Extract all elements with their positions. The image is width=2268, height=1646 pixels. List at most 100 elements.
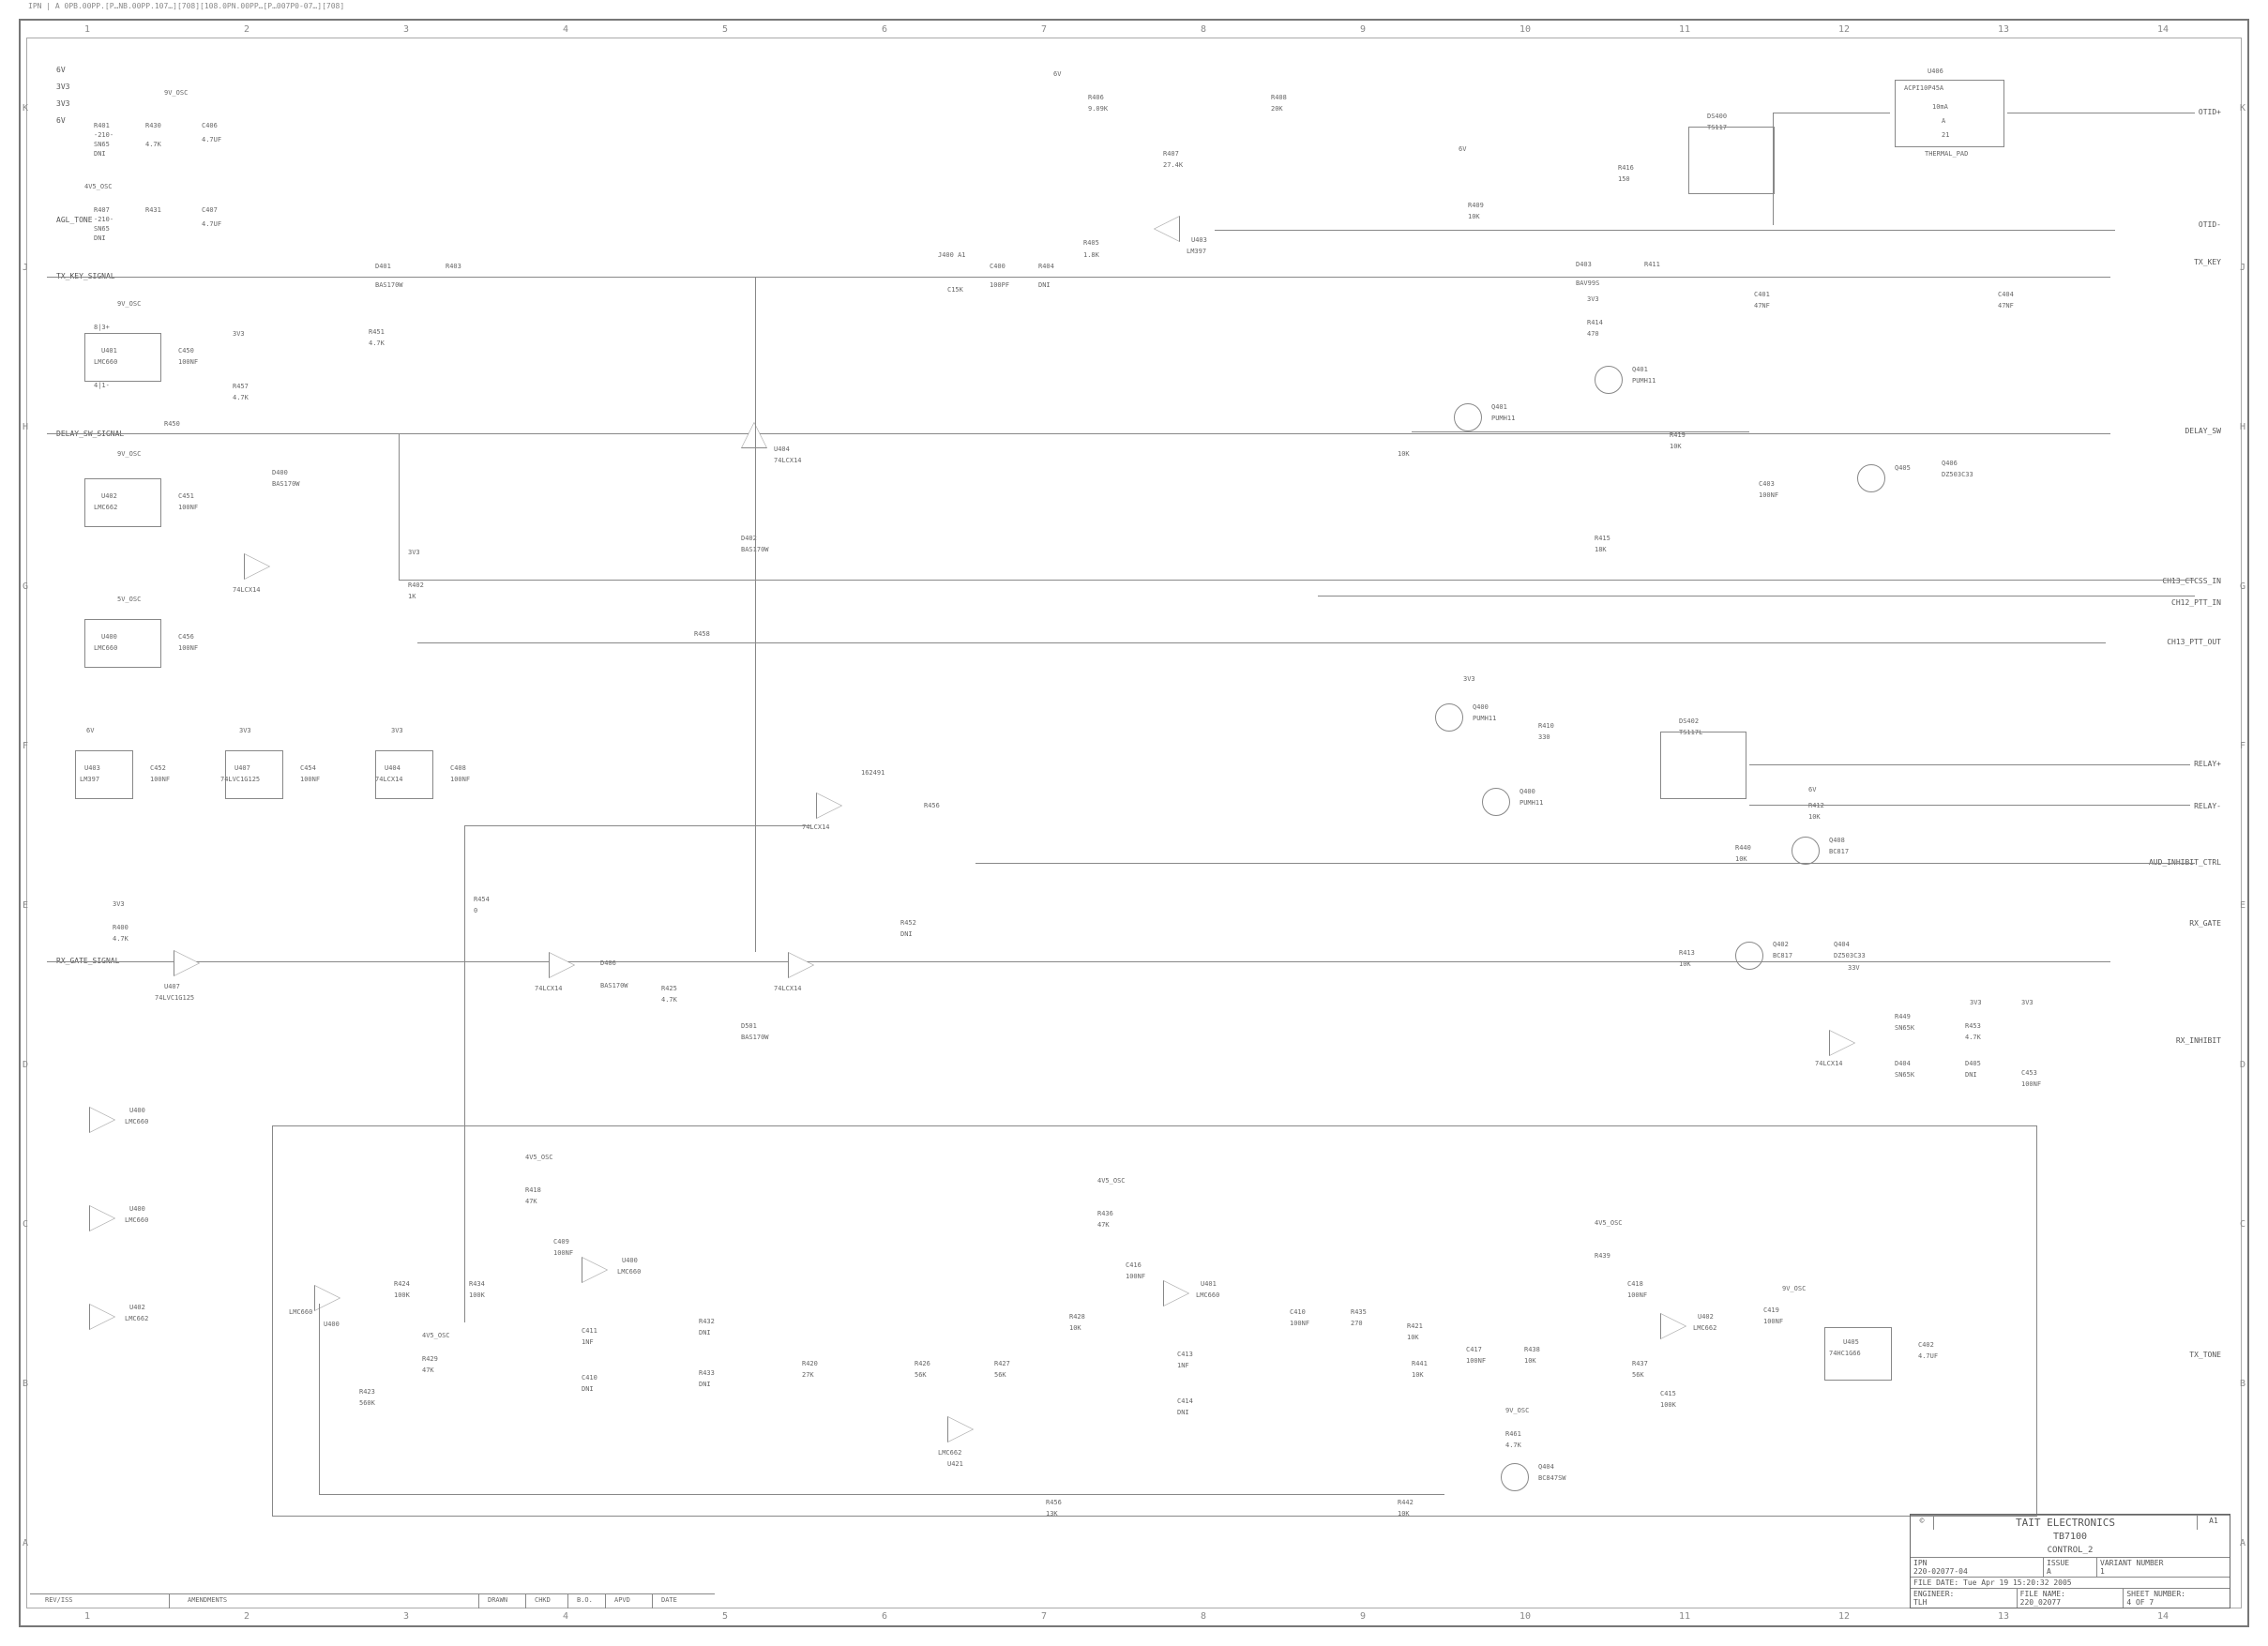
r407-ref: R407 bbox=[94, 206, 110, 214]
c406-ref: C406 bbox=[202, 122, 218, 129]
r405-val: 1.8K bbox=[1083, 251, 1099, 259]
u404-inv6-icon bbox=[1829, 1030, 1855, 1056]
r407-dni: DNI bbox=[94, 234, 106, 242]
amendments-label: AMENDMENTS bbox=[188, 1596, 227, 1604]
q405-icon bbox=[1857, 464, 1885, 492]
c408-val: 100NF bbox=[450, 776, 470, 783]
r430-val: 4.7K bbox=[145, 141, 161, 148]
net-delay-sw bbox=[47, 433, 2110, 434]
u403-ref: U403 bbox=[84, 764, 100, 772]
c450-ref: C450 bbox=[178, 347, 194, 355]
u400-part: LMC660 bbox=[94, 644, 117, 652]
label-6v: 6V bbox=[86, 727, 94, 734]
d401-ref: D401 bbox=[375, 263, 391, 270]
c400-val: 100PF bbox=[990, 281, 1009, 289]
r457-ref: R457 bbox=[233, 383, 249, 390]
port-relay-p: RELAY+ bbox=[2194, 760, 2221, 768]
label-9v-osc: 9V_OSC bbox=[164, 89, 188, 97]
c451-ref: C451 bbox=[178, 492, 194, 500]
port-delay-sw: DELAY_SW bbox=[2185, 427, 2221, 435]
u403-box bbox=[75, 750, 133, 799]
c451-val: 100NF bbox=[178, 504, 198, 511]
u407-buf-icon bbox=[174, 950, 200, 976]
u404-inv3-icon bbox=[816, 793, 842, 819]
label-3v3: 3V3 bbox=[233, 330, 245, 338]
c454-val: 100NF bbox=[300, 776, 320, 783]
r404-val: DNI bbox=[1038, 281, 1051, 289]
r457-val: 4.7K bbox=[233, 394, 249, 401]
port-tx-key: TX_KEY bbox=[2194, 258, 2221, 266]
u404-pwr-box bbox=[375, 750, 433, 799]
label-9v-osc-c: 9V_OSC bbox=[117, 450, 141, 458]
q401b-npn-icon bbox=[1595, 366, 1623, 394]
u404-inv1-icon bbox=[244, 553, 270, 580]
top-header-text: IPN | A 0PB.00PP.[P…NB.00PP.107…][708][1… bbox=[28, 2, 344, 10]
c456-val: 100NF bbox=[178, 644, 198, 652]
r401-sub: SN65 bbox=[94, 141, 110, 148]
ds402-box bbox=[1660, 732, 1746, 799]
u404-inv5-icon bbox=[788, 952, 814, 978]
u402-box bbox=[84, 478, 161, 527]
r401-val: -210- bbox=[94, 131, 113, 139]
q408-icon bbox=[1792, 837, 1820, 865]
u401-ref: U401 bbox=[101, 347, 117, 355]
c450-val: 100NF bbox=[178, 358, 198, 366]
port-ch13-ctcss: CH13_CTCSS_IN bbox=[2162, 577, 2221, 585]
label-4v5-osc: 4V5_OSC bbox=[84, 183, 113, 190]
c408-ref: C408 bbox=[450, 764, 466, 772]
spare-c-icon bbox=[89, 1304, 115, 1330]
d401-val: BAS170W bbox=[375, 281, 403, 289]
net-ch13-ptt-out bbox=[417, 642, 2106, 643]
c452-ref: C452 bbox=[150, 764, 166, 772]
r431-ref: R431 bbox=[145, 206, 161, 214]
title-block: ©TAIT ELECTRONICSA1 TB7100 CONTROL_2 IPN… bbox=[1910, 1514, 2230, 1608]
port-agl-tone: AGL_TONE bbox=[56, 216, 93, 224]
c454-ref: C454 bbox=[300, 764, 316, 772]
u400-box bbox=[84, 619, 161, 668]
port-relay-n: RELAY- bbox=[2194, 802, 2221, 810]
chkd-label: CHKD bbox=[535, 1596, 551, 1604]
c415k: C15K bbox=[947, 286, 963, 294]
bo-label: B.O. bbox=[577, 1596, 593, 1604]
c456-ref: C456 bbox=[178, 633, 194, 641]
date-label: DATE bbox=[661, 1596, 677, 1604]
c400-ref: C400 bbox=[990, 263, 1005, 270]
u403-part: LM397 bbox=[80, 776, 99, 783]
q401-npn-icon bbox=[1454, 403, 1482, 431]
r430-ref: R430 bbox=[145, 122, 161, 129]
c452-val: 100NF bbox=[150, 776, 170, 783]
port-3v3b: 3V3 bbox=[56, 99, 69, 108]
ds400-box bbox=[1688, 127, 1775, 194]
apvd-label: APVD bbox=[614, 1596, 630, 1604]
u403b-opamp-icon bbox=[1154, 216, 1180, 242]
u400-ref: U400 bbox=[101, 633, 117, 641]
u401-part: LMC660 bbox=[94, 358, 117, 366]
port-tx-tone: TX_TONE bbox=[2189, 1351, 2221, 1359]
schematic-page: IPN | A 0PB.00PP.[P…NB.00PP.107…][708][1… bbox=[0, 0, 2268, 1646]
r451-ref: R451 bbox=[369, 328, 385, 336]
label-5v-osc: 5V_OSC bbox=[117, 596, 141, 603]
u421-opamp-icon bbox=[947, 1416, 974, 1442]
port-rx-inhibit: RX_INHIBIT bbox=[2176, 1036, 2221, 1045]
c406-val: 4.7UF bbox=[202, 136, 221, 143]
net-rxgate bbox=[47, 961, 2110, 962]
r401-ref: R401 bbox=[94, 122, 110, 129]
drawn-label: DRAWN bbox=[488, 1596, 507, 1604]
u404-inv2-icon bbox=[741, 422, 767, 448]
j400: J400 A1 bbox=[938, 251, 966, 259]
q407-icon bbox=[1735, 942, 1763, 970]
q402-icon bbox=[1435, 703, 1463, 732]
r407-sub: SN65 bbox=[94, 225, 110, 233]
u407-pwr-box bbox=[225, 750, 283, 799]
port-otid-n: OTID- bbox=[2199, 220, 2221, 229]
r404-ref: R404 bbox=[1038, 263, 1054, 270]
port-ch12-ptt: CH12_PTT_IN bbox=[2171, 598, 2221, 607]
u401-opamp-icon bbox=[1163, 1280, 1189, 1306]
r403-ref: R403 bbox=[446, 263, 461, 270]
u402-part: LMC662 bbox=[94, 504, 117, 511]
label-9v-osc-b: 9V_OSC bbox=[117, 300, 141, 308]
spare-a-icon bbox=[89, 1107, 115, 1133]
net-txkey bbox=[47, 277, 2110, 278]
u404-inv4-icon bbox=[549, 952, 575, 978]
u401-box bbox=[84, 333, 161, 382]
